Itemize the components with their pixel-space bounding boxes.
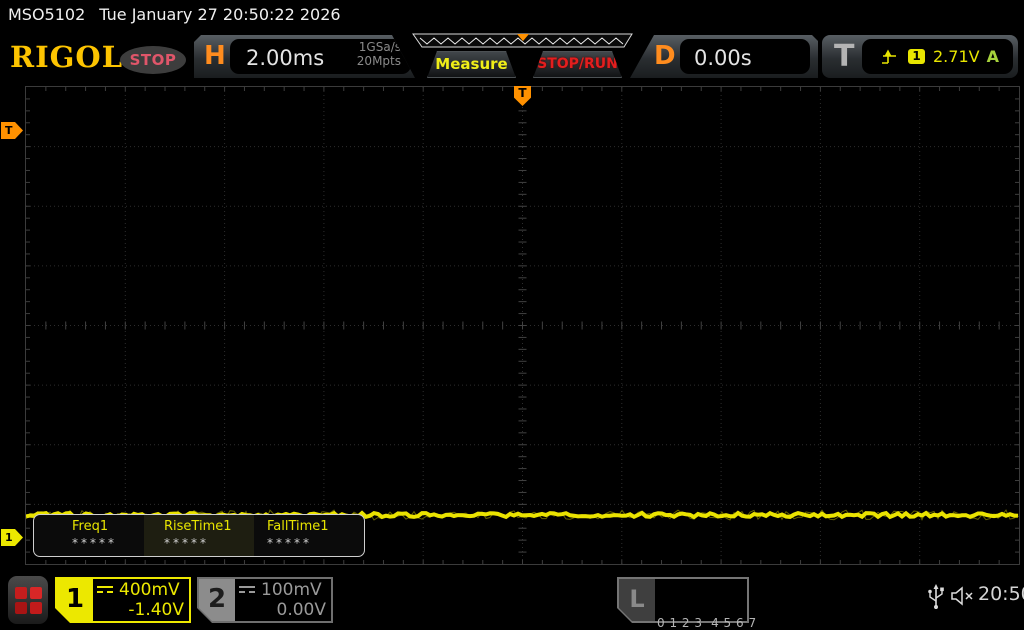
channel1-offset: -1.40V <box>97 600 184 620</box>
channel2-block[interactable]: 2 100mV 0.00V <box>197 577 333 623</box>
status-bar: MSO5102 Tue January 27 20:50:22 2026 <box>0 0 1024 30</box>
header-bar: RIGOL STOP H 2.00ms 1GSa/s 20Mpts Measur… <box>0 30 1024 82</box>
model-name: MSO5102 <box>8 5 85 24</box>
stop-run-button[interactable]: STOP/RUN <box>533 51 622 78</box>
trigger-label: T <box>834 39 854 74</box>
horizontal-settings-block[interactable]: H 2.00ms 1GSa/s 20Mpts <box>194 35 418 78</box>
channel2-offset: 0.00V <box>239 600 326 620</box>
bottom-bar: 1 400mV -1.40V 2 100mV 0.00V L 0 1 2 3 4… <box>0 566 1024 630</box>
delay-block[interactable]: D 0.00s <box>630 35 818 78</box>
channel2-scale: 100mV <box>261 580 322 600</box>
channel1-trace <box>26 87 1019 564</box>
waveform-preview-strip[interactable] <box>412 33 634 49</box>
channel1-ground-marker[interactable]: 1 <box>1 529 23 546</box>
measure-button[interactable]: Measure <box>427 51 516 78</box>
oscilloscope-screen: MSO5102 Tue January 27 20:50:22 2026 RIGO… <box>0 0 1024 630</box>
trigger-block[interactable]: T 1 2.71V A <box>822 35 1018 78</box>
channel1-block[interactable]: 1 400mV -1.40V <box>55 577 191 623</box>
measurement-item[interactable]: RiseTime1 ***** <box>144 515 254 556</box>
rigol-logo: RIGOL <box>10 40 123 74</box>
graticule-display: T Freq1 ***** RiseTime1 ***** FallTime1 … <box>25 86 1020 565</box>
delay-label: D <box>654 41 676 71</box>
speaker-muted-icon <box>950 586 976 606</box>
logic-channels-block[interactable]: L 0 1 2 3 4 5 6 7 8 9 1011 12131415 <box>617 577 749 623</box>
timebase-value: 2.00ms <box>246 46 324 70</box>
usb-icon <box>928 584 944 610</box>
memory-depth: 20Mpts <box>357 54 401 68</box>
rising-edge-icon <box>880 48 898 66</box>
datetime-text: Tue January 27 20:50:22 2026 <box>99 5 340 24</box>
trigger-mode: A <box>987 47 999 66</box>
horizontal-label: H <box>204 41 226 71</box>
acquisition-rates: 1GSa/s 20Mpts <box>357 40 401 68</box>
trigger-source-badge: 1 <box>908 49 925 64</box>
measurement-overlay: Freq1 ***** RiseTime1 ***** FallTime1 **… <box>33 514 365 557</box>
dc-coupling-icon <box>239 586 255 595</box>
logic-row1: 0 1 2 3 4 5 6 7 <box>657 615 745 630</box>
trigger-level-value: 2.71V <box>933 47 980 66</box>
channel1-scale: 400mV <box>119 580 180 600</box>
delay-value: 0.00s <box>694 46 752 70</box>
dc-coupling-icon <box>97 586 113 595</box>
sample-rate: 1GSa/s <box>357 40 401 54</box>
measurement-item[interactable]: FallTime1 ***** <box>254 515 364 556</box>
measurement-item[interactable]: Freq1 ***** <box>34 515 144 556</box>
clock-text: 20:50 <box>978 583 1024 605</box>
menu-grid-icon[interactable] <box>8 576 48 624</box>
run-state-badge: STOP <box>120 46 186 74</box>
trigger-level-marker[interactable]: T <box>1 122 23 139</box>
